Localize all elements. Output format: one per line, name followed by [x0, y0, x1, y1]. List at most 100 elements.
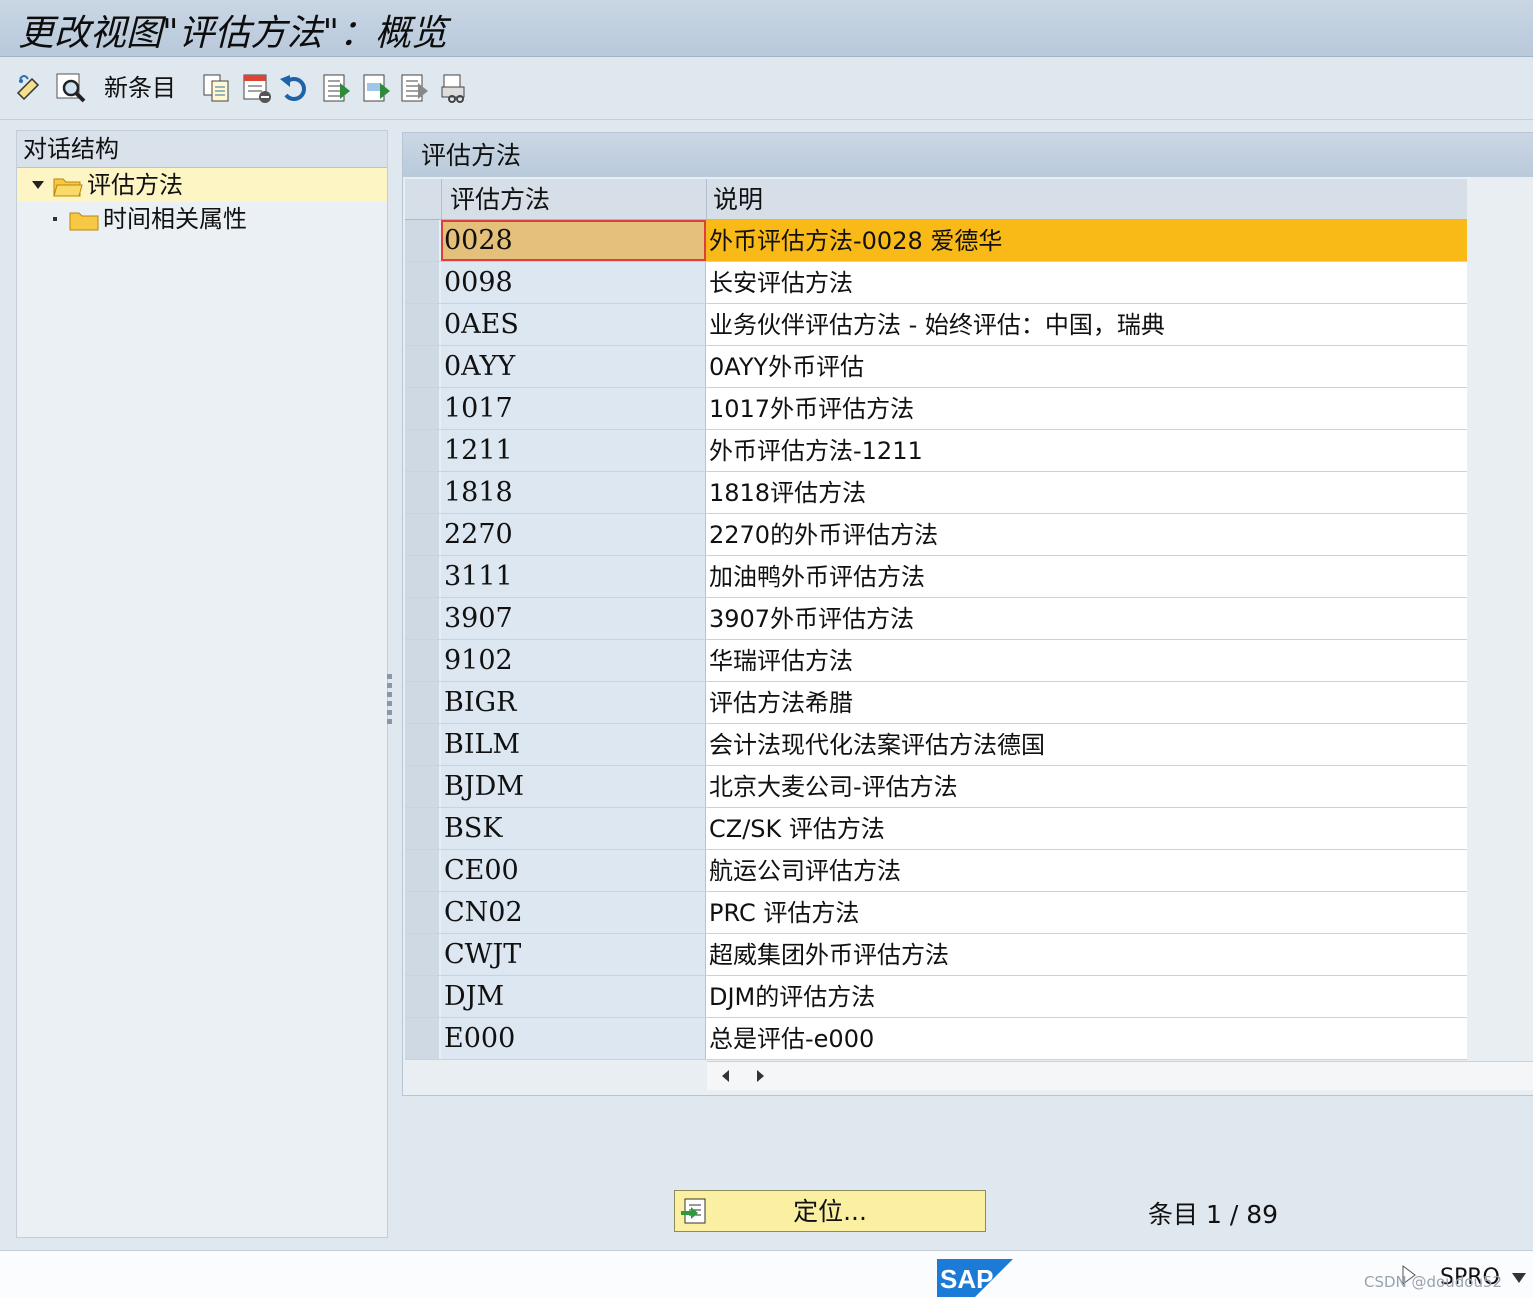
dropdown-arrow-icon[interactable] [1512, 1273, 1526, 1283]
row-selector[interactable] [405, 472, 441, 513]
row-selector[interactable] [405, 220, 441, 261]
valuation-method-cell[interactable]: 0028 [441, 220, 706, 261]
delete-icon[interactable] [240, 71, 274, 105]
row-selector[interactable] [405, 1018, 441, 1059]
scroll-left-icon[interactable] [717, 1067, 735, 1085]
row-selector[interactable] [405, 766, 441, 807]
description-cell[interactable]: 外币评估方法-1211 [706, 430, 1467, 471]
column-header-valuation-method[interactable]: 评估方法 [442, 179, 707, 219]
valuation-method-cell[interactable]: 1017 [441, 388, 706, 429]
select-all-icon[interactable] [320, 71, 354, 105]
table-row[interactable]: 0AES 业务伙伴评估方法 - 始终评估：中国，瑞典 [405, 304, 1467, 346]
table-row[interactable]: 0AYY 0AYY外币评估 [405, 346, 1467, 388]
valuation-method-cell[interactable]: 2270 [441, 514, 706, 555]
row-selector[interactable] [405, 388, 441, 429]
display-change-icon[interactable] [14, 71, 48, 105]
description-cell[interactable]: 评估方法希腊 [706, 682, 1467, 723]
position-button[interactable]: 定位... [674, 1190, 986, 1232]
row-selector[interactable] [405, 430, 441, 471]
row-selector[interactable] [405, 892, 441, 933]
row-selector[interactable] [405, 262, 441, 303]
description-cell[interactable]: 加油鸭外币评估方法 [706, 556, 1467, 597]
valuation-method-cell[interactable]: BSK [441, 808, 706, 849]
table-row[interactable]: 1211 外币评估方法-1211 [405, 430, 1467, 472]
table-row[interactable]: 0028 外币评估方法-0028 爱德华 [405, 220, 1467, 262]
row-selector[interactable] [405, 682, 441, 723]
description-cell[interactable]: 3907外币评估方法 [706, 598, 1467, 639]
table-row[interactable]: 1818 1818评估方法 [405, 472, 1467, 514]
valuation-method-cell[interactable]: 0AES [441, 304, 706, 345]
valuation-method-cell[interactable]: 1211 [441, 430, 706, 471]
deselect-all-icon[interactable] [398, 71, 432, 105]
valuation-method-cell[interactable]: CE00 [441, 850, 706, 891]
row-selector[interactable] [405, 976, 441, 1017]
valuation-method-cell[interactable]: 3111 [441, 556, 706, 597]
description-cell[interactable]: 业务伙伴评估方法 - 始终评估：中国，瑞典 [706, 304, 1467, 345]
valuation-method-cell[interactable]: 0AYY [441, 346, 706, 387]
row-selector[interactable] [405, 640, 441, 681]
description-cell[interactable]: 1818评估方法 [706, 472, 1467, 513]
table-row[interactable]: CN02 PRC 评估方法 [405, 892, 1467, 934]
description-cell[interactable]: 外币评估方法-0028 爱德华 [706, 220, 1467, 261]
row-selector[interactable] [405, 304, 441, 345]
table-row[interactable]: 3111 加油鸭外币评估方法 [405, 556, 1467, 598]
panel-splitter-handle[interactable] [386, 670, 394, 730]
select-all-rows-button[interactable] [405, 179, 442, 219]
table-row[interactable]: 9102 华瑞评估方法 [405, 640, 1467, 682]
table-row[interactable]: 1017 1017外币评估方法 [405, 388, 1467, 430]
description-cell[interactable]: 航运公司评估方法 [706, 850, 1467, 891]
valuation-method-cell[interactable]: 9102 [441, 640, 706, 681]
table-row[interactable]: 2270 2270的外币评估方法 [405, 514, 1467, 556]
print-icon[interactable] [438, 71, 472, 105]
valuation-method-cell[interactable]: BJDM [441, 766, 706, 807]
select-block-icon[interactable] [360, 71, 394, 105]
row-selector[interactable] [405, 850, 441, 891]
description-cell[interactable]: 华瑞评估方法 [706, 640, 1467, 681]
row-selector[interactable] [405, 724, 441, 765]
description-cell[interactable]: 2270的外币评估方法 [706, 514, 1467, 555]
new-entries-button[interactable]: 新条目 [104, 71, 176, 105]
row-selector[interactable] [405, 598, 441, 639]
description-cell[interactable]: CZ/SK 评估方法 [706, 808, 1467, 849]
table-row[interactable]: CE00 航运公司评估方法 [405, 850, 1467, 892]
valuation-method-cell[interactable]: 0098 [441, 262, 706, 303]
table-row[interactable]: E000 总是评估-e000 [405, 1018, 1467, 1060]
expand-arrow-icon[interactable] [32, 181, 44, 189]
table-row[interactable]: 0098 长安评估方法 [405, 262, 1467, 304]
table-row[interactable]: DJM DJM的评估方法 [405, 976, 1467, 1018]
description-cell[interactable]: 会计法现代化法案评估方法德国 [706, 724, 1467, 765]
valuation-method-cell[interactable]: CWJT [441, 934, 706, 975]
column-header-description[interactable]: 说明 [707, 179, 1467, 219]
valuation-method-cell[interactable]: BILM [441, 724, 706, 765]
valuation-method-cell[interactable]: BIGR [441, 682, 706, 723]
undo-icon[interactable] [278, 71, 312, 105]
description-cell[interactable]: PRC 评估方法 [706, 892, 1467, 933]
description-cell[interactable]: 0AYY外币评估 [706, 346, 1467, 387]
valuation-method-cell[interactable]: 1818 [441, 472, 706, 513]
description-cell[interactable]: 北京大麦公司-评估方法 [706, 766, 1467, 807]
valuation-method-cell[interactable]: DJM [441, 976, 706, 1017]
valuation-method-cell[interactable]: CN02 [441, 892, 706, 933]
table-row[interactable]: BJDM 北京大麦公司-评估方法 [405, 766, 1467, 808]
row-selector[interactable] [405, 514, 441, 555]
find-icon[interactable] [54, 71, 88, 105]
table-row[interactable]: BSK CZ/SK 评估方法 [405, 808, 1467, 850]
description-cell[interactable]: 长安评估方法 [706, 262, 1467, 303]
copy-as-icon[interactable] [200, 71, 234, 105]
valuation-method-cell[interactable]: E000 [441, 1018, 706, 1059]
row-selector[interactable] [405, 808, 441, 849]
description-cell[interactable]: DJM的评估方法 [706, 976, 1467, 1017]
description-cell[interactable]: 超威集团外币评估方法 [706, 934, 1467, 975]
description-cell[interactable]: 1017外币评估方法 [706, 388, 1467, 429]
valuation-method-cell[interactable]: 3907 [441, 598, 706, 639]
table-row[interactable]: 3907 3907外币评估方法 [405, 598, 1467, 640]
row-selector[interactable] [405, 556, 441, 597]
tree-item-valuation-method[interactable]: 评估方法 [17, 168, 387, 202]
table-row[interactable]: BIGR 评估方法希腊 [405, 682, 1467, 724]
table-row[interactable]: BILM 会计法现代化法案评估方法德国 [405, 724, 1467, 766]
table-row[interactable]: CWJT 超威集团外币评估方法 [405, 934, 1467, 976]
description-cell[interactable]: 总是评估-e000 [706, 1018, 1467, 1059]
row-selector[interactable] [405, 934, 441, 975]
scroll-right-icon[interactable] [751, 1067, 769, 1085]
tree-item-time-dependent-attributes[interactable]: 时间相关属性 [17, 202, 387, 236]
